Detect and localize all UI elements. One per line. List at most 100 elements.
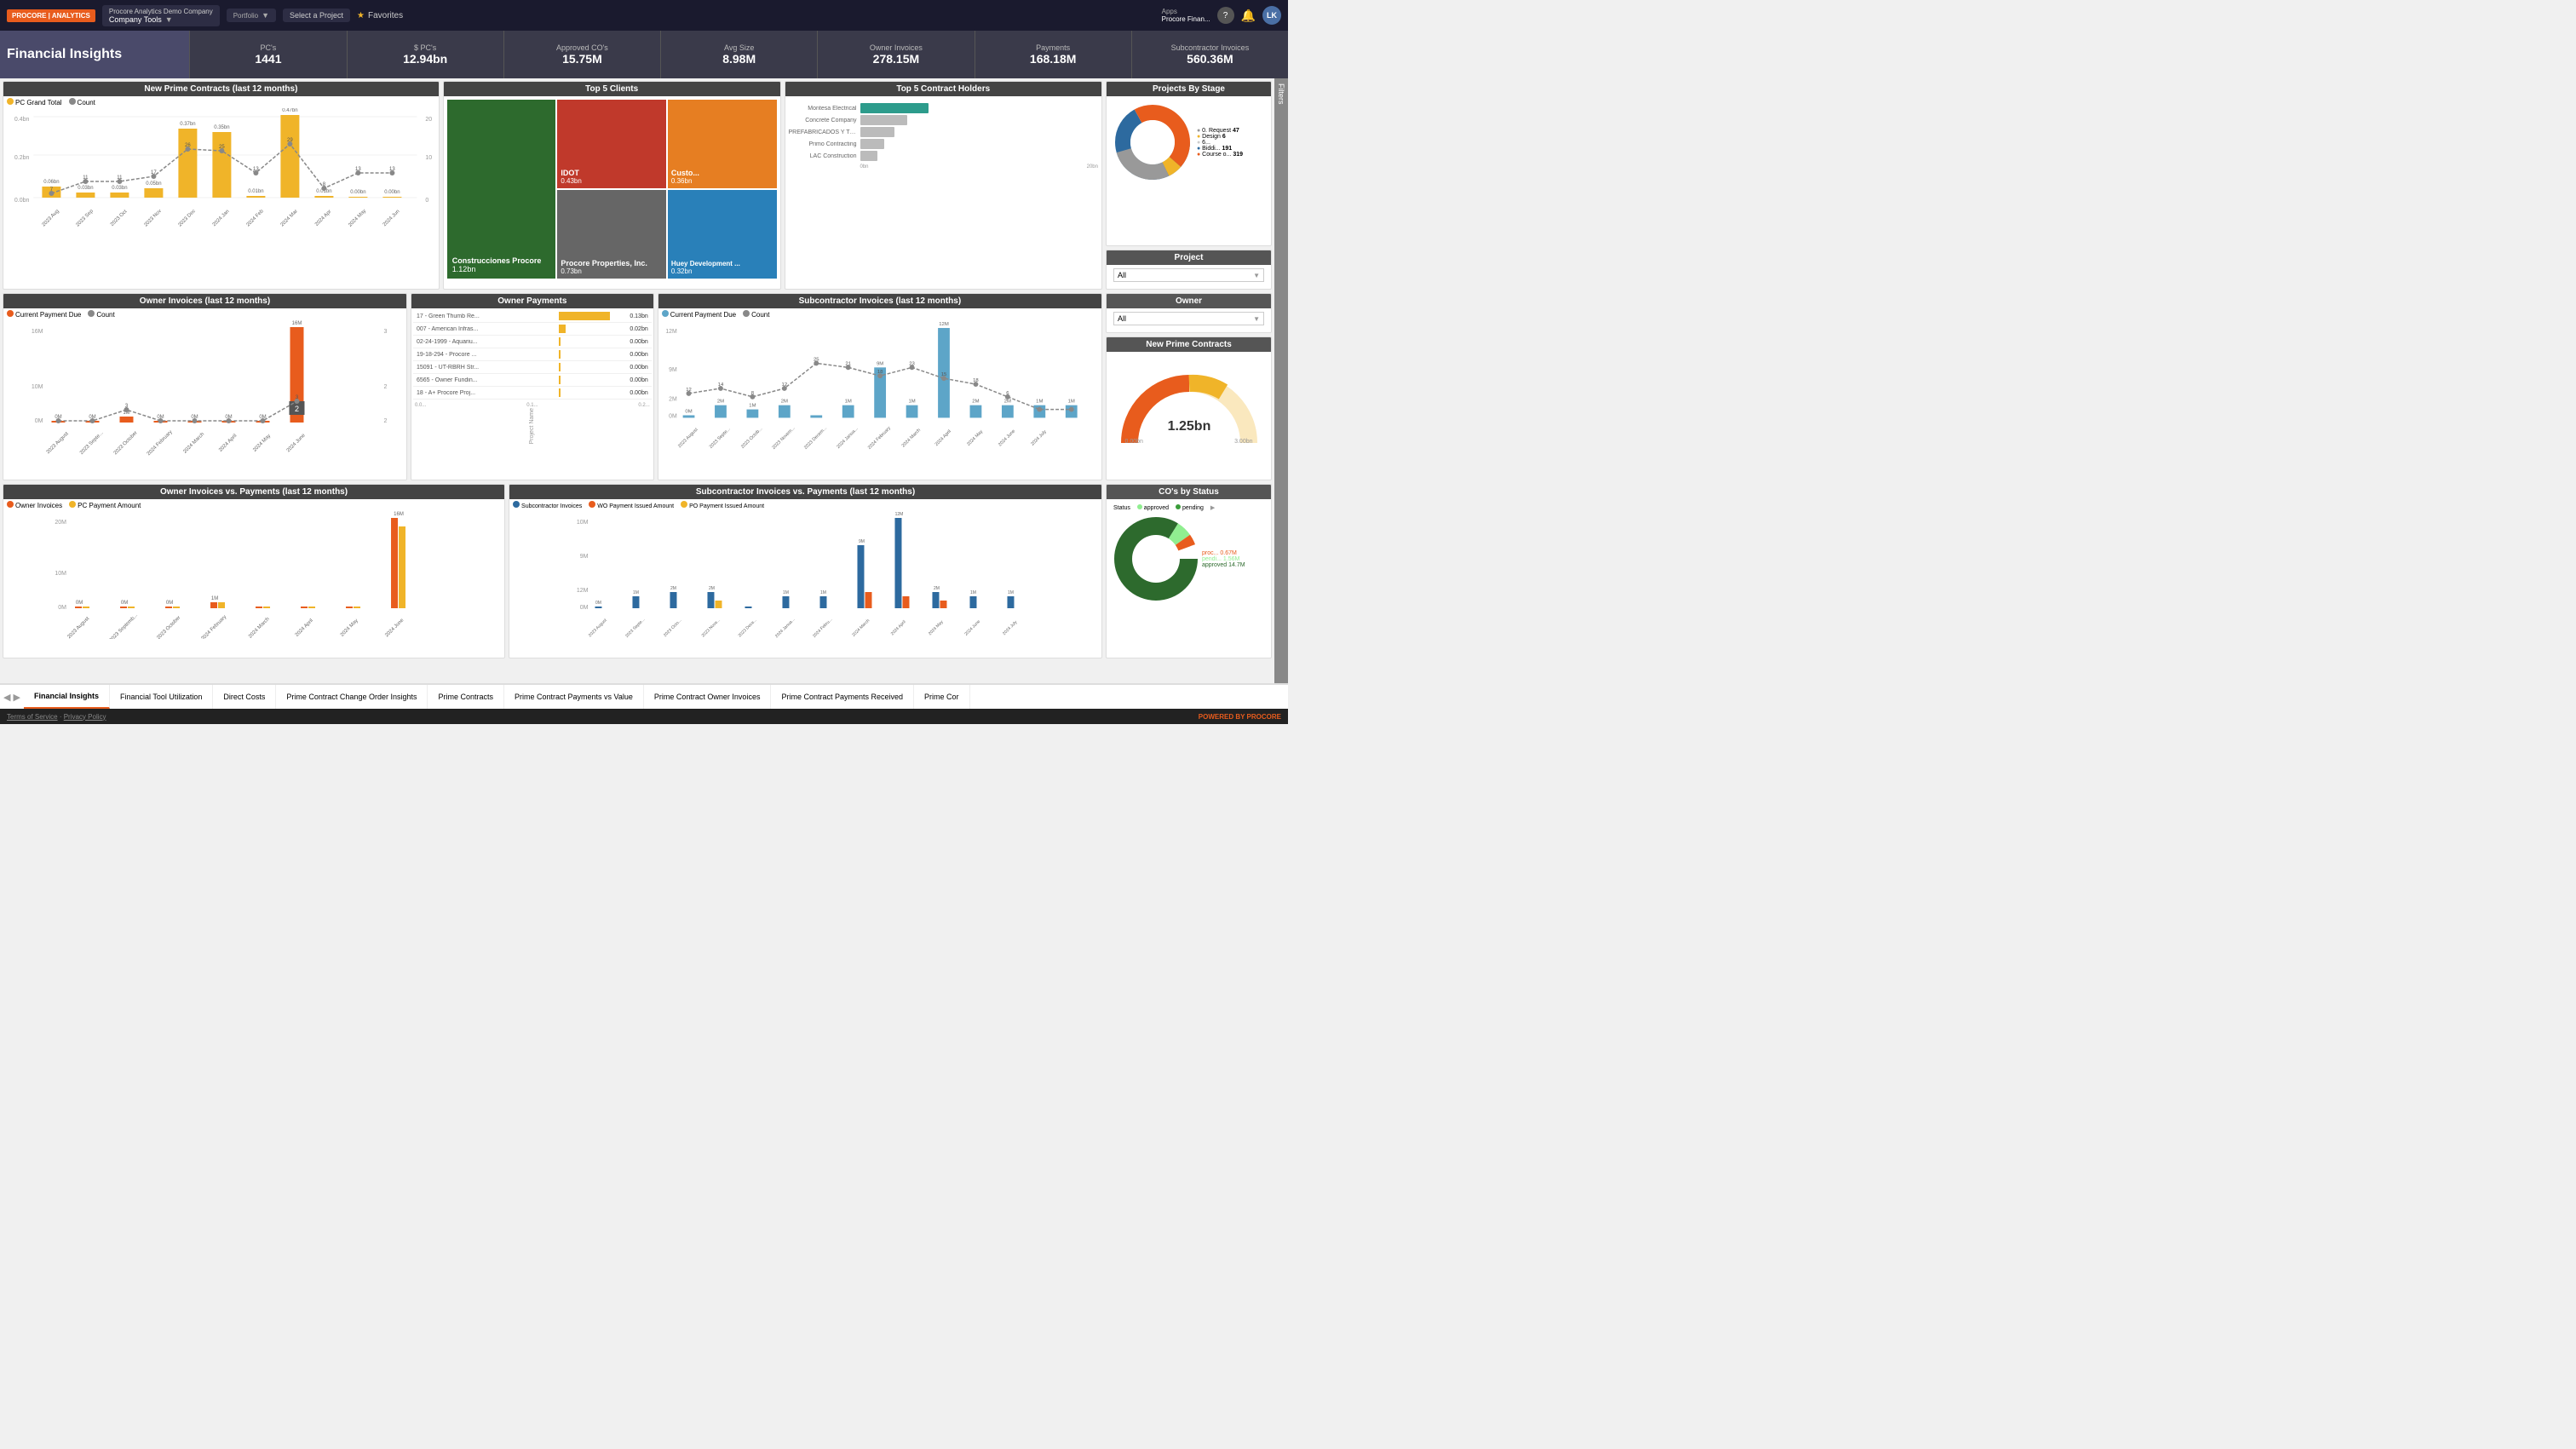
owner-inv-vs-svg: 20M 10M 0M 0M 0M 0M — [7, 511, 501, 639]
svg-text:0.06bn: 0.06bn — [43, 180, 59, 185]
svg-text:1M: 1M — [783, 590, 789, 595]
svg-text:23: 23 — [909, 361, 915, 366]
svg-text:2024 May: 2024 May — [348, 209, 367, 228]
cos-status-header: CO's by Status — [1107, 485, 1271, 499]
payment-bar-2 — [559, 337, 610, 346]
project-name-label: Project Name — [411, 408, 653, 444]
tab-prime-change-order[interactable]: Prime Contract Change Order Insights — [276, 685, 428, 709]
help-icon[interactable]: ? — [1217, 7, 1234, 24]
svg-text:12M: 12M — [577, 588, 589, 594]
svg-text:2M: 2M — [934, 586, 940, 591]
select-project[interactable]: Select a Project — [283, 9, 350, 22]
avatar[interactable]: LK — [1262, 6, 1281, 25]
new-prime-header: New Prime Contracts (last 12 months) — [3, 82, 439, 96]
svg-text:2024 June: 2024 June — [963, 619, 981, 637]
dashboard: New Prime Contracts (last 12 months) PC … — [0, 78, 1274, 683]
holder-row-2: PREFABRICADOS Y TR... — [789, 127, 1098, 137]
tab-financial-insights[interactable]: Financial Insights — [24, 685, 110, 709]
metric-avg-size: Avg Size 8.98M — [661, 31, 818, 78]
svg-text:9M: 9M — [877, 361, 883, 366]
payment-row-2: 02-24-1999 - Aquariu... 0.00bn — [413, 336, 652, 348]
svg-text:12M: 12M — [939, 322, 949, 327]
svg-text:0.01bn: 0.01bn — [248, 189, 263, 194]
svg-text:0.05bn: 0.05bn — [146, 181, 161, 187]
svg-text:0M: 0M — [35, 418, 43, 424]
nav-breadcrumb[interactable]: Procore Analytics Demo Company Company T… — [102, 5, 220, 26]
tab-prime-owner-invoices[interactable]: Prime Contract Owner Invoices — [644, 685, 772, 709]
favorites[interactable]: ★ Favorites — [357, 11, 403, 20]
tab-prime-cor[interactable]: Prime Cor — [914, 685, 970, 709]
svg-text:2024 Janua...: 2024 Janua... — [774, 617, 796, 639]
top5-holders-bars: Montesa Electrical Concrete Company PREF… — [785, 96, 1101, 176]
svg-text:0M: 0M — [595, 601, 601, 606]
svg-text:2024 March: 2024 March — [900, 428, 921, 448]
svg-text:2023 August: 2023 August — [677, 427, 699, 449]
svg-text:0.47bn: 0.47bn — [282, 108, 297, 113]
owner-filter-dropdown[interactable]: All ▼ — [1113, 312, 1264, 325]
tab-financial-tool[interactable]: Financial Tool Utilization — [110, 685, 213, 709]
right-sidebar-mid: Owner All ▼ New Prime Contracts — [1106, 293, 1272, 480]
svg-text:2024 February: 2024 February — [147, 429, 174, 457]
top5-clients-header: Top 5 Clients — [444, 82, 780, 96]
privacy-link[interactable]: Privacy Policy — [64, 713, 106, 721]
svg-text:2023 Septe...: 2023 Septe... — [709, 427, 732, 450]
client-cell-0: Construcciones Procore 1.12bn — [447, 100, 556, 279]
svg-text:1M: 1M — [1008, 590, 1014, 595]
new-prime-legend: PC Grand Total Count — [3, 96, 439, 108]
notifications-icon[interactable]: 🔔 — [1241, 9, 1256, 23]
svg-text:0M: 0M — [58, 605, 66, 611]
nav-portfolio[interactable]: Portfolio ▼ — [227, 9, 276, 22]
owner-inv-chart: 16M 10M 0M 3 2 2 0M 0M 1M 0 — [3, 320, 406, 461]
owner-invoices-card: Owner Invoices (last 12 months) Current … — [3, 293, 407, 480]
top5-clients-treemap: Construcciones Procore 1.12bn IDOT 0.43b… — [444, 96, 780, 282]
tab-prime-payments-received[interactable]: Prime Contract Payments Received — [771, 685, 914, 709]
svg-text:2024 May: 2024 May — [340, 618, 359, 638]
tab-prime-contracts[interactable]: Prime Contracts — [428, 685, 504, 709]
owner-dropdown-arrow: ▼ — [1253, 315, 1260, 323]
svg-text:2: 2 — [383, 384, 387, 390]
tab-scroll-left[interactable]: ◀ ▶ — [0, 692, 24, 703]
top5-clients-card: Top 5 Clients Construcciones Procore 1.1… — [443, 81, 781, 290]
svg-text:10M: 10M — [577, 520, 589, 526]
sub-inv-svg: 12M 9M 2M 0M 40 20 0 0M 2M 1M — [662, 320, 1098, 452]
svg-text:2024 June: 2024 June — [384, 618, 405, 639]
top5-holders-header: Top 5 Contract Holders — [785, 82, 1101, 96]
tab-prime-payments-value[interactable]: Prime Contract Payments vs Value — [504, 685, 644, 709]
cpd-legend-sub: Current Payment Due — [662, 310, 736, 319]
svg-text:0M: 0M — [669, 413, 677, 419]
svg-text:11: 11 — [83, 175, 89, 181]
payment-row-0: 17 - Green Thumb Re... 0.13bn — [413, 310, 652, 323]
owner-invoices-header: Owner Invoices (last 12 months) — [3, 294, 406, 308]
svg-text:2024 May: 2024 May — [252, 434, 272, 453]
svg-text:2024 March: 2024 March — [851, 618, 871, 638]
svg-text:2023 Septemb...: 2023 Septemb... — [109, 612, 140, 639]
holder-row-3: Primo Contracting — [789, 139, 1098, 149]
svg-text:9M: 9M — [580, 554, 589, 560]
terms-link[interactable]: Terms of Service — [7, 713, 58, 721]
holder-bar-3 — [860, 139, 884, 149]
svg-text:2023 Dec: 2023 Dec — [177, 209, 196, 227]
project-filter-dropdown[interactable]: All ▼ — [1113, 268, 1264, 282]
dropdown-arrow: ▼ — [1253, 272, 1260, 279]
svg-text:13: 13 — [355, 167, 361, 172]
filters-tab[interactable]: Filters — [1274, 78, 1288, 683]
svg-text:0.0bn: 0.0bn — [14, 198, 30, 204]
svg-text:2: 2 — [383, 418, 387, 424]
svg-text:0.03bn: 0.03bn — [78, 186, 93, 191]
svg-text:2024 April: 2024 April — [890, 619, 907, 636]
payment-bar-0 — [559, 312, 610, 320]
svg-text:0.00bn: 0.00bn — [350, 190, 365, 195]
svg-text:2023 Nov: 2023 Nov — [143, 209, 162, 227]
svg-text:0.00bn: 0.00bn — [384, 190, 400, 195]
project-filter-header: Project — [1107, 250, 1271, 265]
tab-direct-costs[interactable]: Direct Costs — [213, 685, 276, 709]
svg-text:2023 August: 2023 August — [46, 431, 70, 455]
legend-count-dot: Count — [69, 98, 95, 106]
svg-text:1M: 1M — [908, 400, 915, 405]
row-3: Owner Invoices vs. Payments (last 12 mon… — [3, 484, 1272, 658]
metric-pcs: PC's 1441 — [190, 31, 347, 78]
cos-status-vals: proc... 0.67M pendi... 1.56M approved 14… — [1202, 550, 1245, 568]
svg-text:2024 April: 2024 April — [218, 434, 238, 453]
svg-text:2023 Decem...: 2023 Decem... — [803, 425, 828, 450]
new-prime-gauge-header: New Prime Contracts — [1107, 337, 1271, 352]
